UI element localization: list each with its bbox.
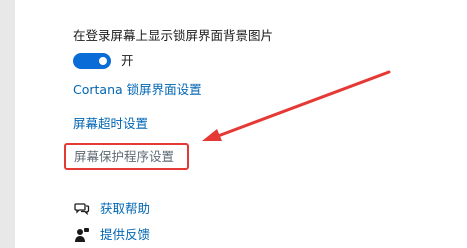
highlight-box [64, 143, 189, 170]
arrow-shaft [216, 70, 391, 138]
feedback-person-icon [74, 227, 90, 243]
get-help-link[interactable]: 获取帮助 [100, 201, 150, 217]
cortana-lockscreen-settings-link[interactable]: Cortana 锁屏界面设置 [73, 82, 202, 98]
toggle-state-label: 开 [121, 53, 134, 68]
arrow-head [202, 129, 222, 141]
get-help-row[interactable]: 获取帮助 [74, 200, 150, 218]
left-edge-panel [0, 0, 15, 248]
help-chat-icon [74, 201, 90, 217]
show-background-toggle[interactable] [73, 53, 111, 69]
screen-timeout-settings-link[interactable]: 屏幕超时设置 [73, 116, 148, 132]
give-feedback-row[interactable]: 提供反馈 [74, 226, 150, 244]
toggle-knob [99, 57, 107, 65]
give-feedback-link[interactable]: 提供反馈 [100, 227, 150, 243]
lockscreen-signin-background-label: 在登录屏幕上显示锁屏界面背景图片 [73, 28, 274, 43]
